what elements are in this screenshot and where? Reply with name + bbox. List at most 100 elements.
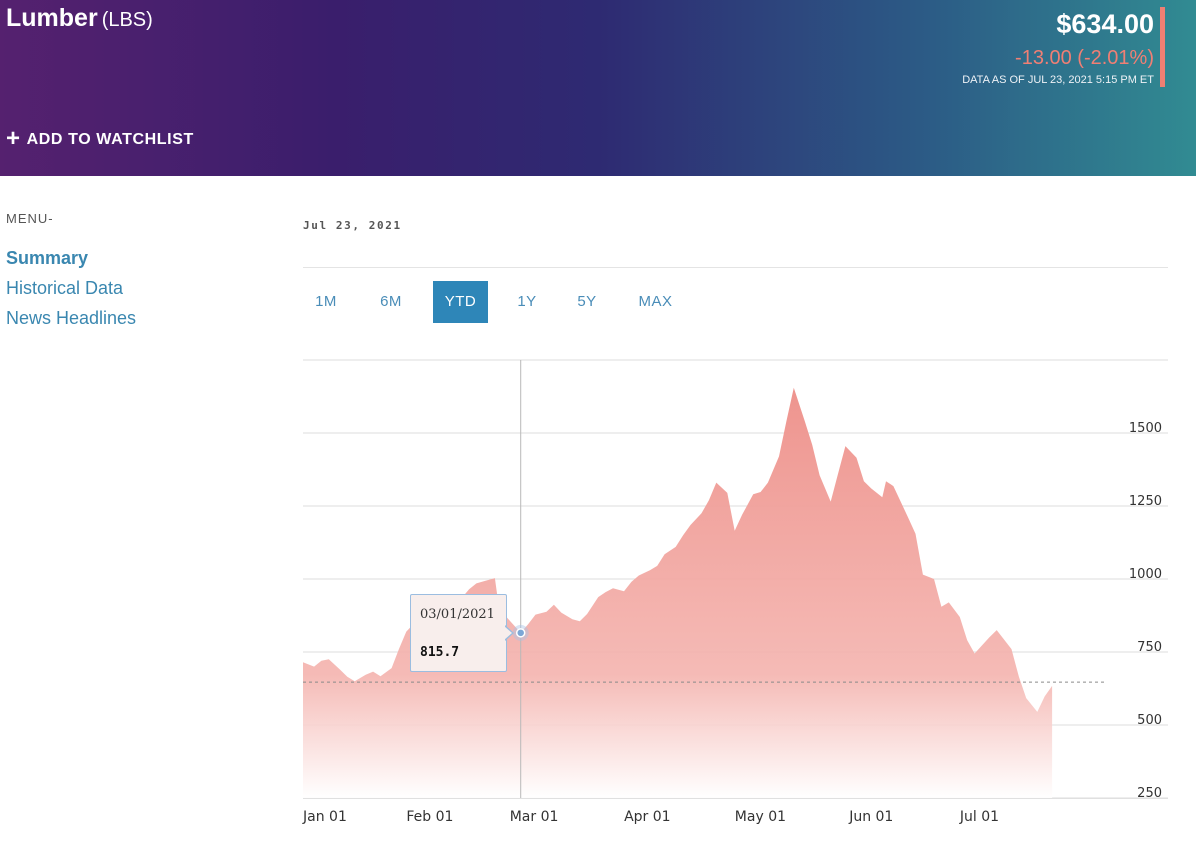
data-point [804,420,806,422]
data-point [586,613,588,615]
data-point [933,578,935,580]
data-point [346,676,348,678]
menu-item-historical-data[interactable]: Historical Data [6,273,136,303]
data-as-of: DATA AS OF JUL 23, 2021 5:15 PM ET [962,74,1154,86]
data-point [328,658,330,660]
data-point [1025,697,1027,699]
instrument-name: Lumber [6,4,98,32]
tab-6m[interactable]: 6M [349,281,433,323]
tab-1m[interactable]: 1M [303,281,349,323]
data-point [1051,685,1053,687]
data-point [579,620,581,622]
x-tick-label: Apr 01 [624,809,670,825]
data-point [468,588,470,590]
data-point [830,500,832,502]
data-point [1018,676,1020,678]
data-point [372,670,374,672]
data-point [855,457,857,459]
data-point [767,481,769,483]
x-tick-label: Jun 01 [848,809,893,825]
price-block: $634.00 -13.00 (-2.01%) DATA AS OF JUL 2… [962,8,1154,87]
data-point [553,604,555,606]
data-point [708,499,710,501]
data-point [682,534,684,536]
data-point [313,665,315,667]
tab-5y[interactable]: 5Y [566,281,608,323]
data-point [398,648,400,650]
data-point [844,445,846,447]
data-point [365,674,367,676]
data-point [675,546,677,548]
data-point [475,582,477,584]
tab-max[interactable]: MAX [608,281,703,323]
tab-ytd[interactable]: YTD [433,281,488,323]
highlight-point[interactable] [515,628,526,638]
data-point [1010,648,1012,650]
x-tick-label: Jan 01 [302,809,347,825]
data-point [1036,711,1038,713]
plus-icon: + [6,125,21,152]
data-point [612,587,614,589]
data-point [818,474,820,476]
data-point [988,636,990,638]
x-tick-label: Mar 01 [510,809,559,825]
data-point [863,480,865,482]
add-to-watchlist-button[interactable]: + ADD TO WATCHLIST [6,125,194,152]
range-tabs: 1M 6M YTD 1Y 5Y MAX [303,281,703,323]
data-point [870,487,872,489]
data-point [734,530,736,532]
data-point [973,652,975,654]
data-point [527,623,529,625]
divider [303,267,1168,268]
watchlist-label: ADD TO WATCHLIST [26,131,194,148]
data-point [571,618,573,620]
data-point [785,420,787,422]
data-point [700,512,702,514]
menu-item-news-headlines[interactable]: News Headlines [6,303,136,333]
data-point [302,661,304,663]
data-point [649,569,651,571]
data-point [545,611,547,613]
data-point [560,611,562,613]
data-point [379,675,381,677]
y-tick-label: 1250 [1129,494,1162,509]
data-point [390,667,392,669]
data-point [996,629,998,631]
y-tick-label: 750 [1137,640,1162,655]
data-point [907,517,909,519]
data-point [959,616,961,618]
tab-1y[interactable]: 1Y [488,281,566,323]
data-point [914,533,916,535]
data-point [689,524,691,526]
data-point [940,606,942,608]
data-point [320,660,322,662]
tooltip-value: 815.7 [420,645,460,660]
data-point [778,455,780,457]
data-point [759,491,761,493]
data-point [663,553,665,555]
menu-item-summary[interactable]: Summary [6,243,136,273]
data-point [597,596,599,598]
data-point [656,565,658,567]
price-accent-bar [1160,7,1165,87]
data-point [534,613,536,615]
data-point [811,444,813,446]
chart-tooltip: 03/01/2021 815.7 [410,594,507,672]
data-point [339,668,341,670]
data-point [966,639,968,641]
tooltip-arrow-inner [504,626,512,640]
data-point [623,590,625,592]
data-point [483,580,485,582]
data-point [630,581,632,583]
data-point [726,492,728,494]
data-point [741,514,743,516]
last-price: $634.00 [1056,9,1154,39]
data-point [948,601,950,603]
y-tick-label: 1000 [1129,567,1162,582]
data-point [837,473,839,475]
data-point [752,493,754,495]
price-area[interactable] [303,387,1053,798]
data-point [638,574,640,576]
menu-label: MENU- [6,211,54,226]
data-point [892,485,894,487]
